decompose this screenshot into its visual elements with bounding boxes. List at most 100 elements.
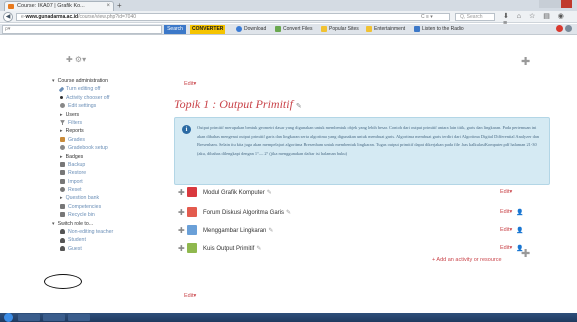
non-editing-teacher-link[interactable]: Non-editing teacher (52, 228, 160, 236)
activity-name[interactable]: Forum Diskusi Algoritma Garis ✎ (203, 209, 291, 216)
users-node[interactable]: ▸ Users (52, 111, 160, 119)
taskbar-app[interactable] (18, 314, 40, 321)
url-host: www.gunadarma.ac.id (25, 14, 79, 20)
section-edit-menu[interactable]: Edit▾ (184, 293, 196, 299)
url-path: /course/view.php?id=7040 (78, 14, 137, 20)
pencil-icon[interactable]: ✎ (286, 210, 291, 216)
maximize-button[interactable] (550, 0, 561, 8)
activity-row[interactable]: ✚ Menggambar Lingkaran ✎ Edit▾ 👤 (178, 224, 558, 240)
close-tab-icon[interactable]: × (106, 2, 110, 11)
move-icon[interactable]: ✚ (178, 208, 185, 217)
activity-name[interactable]: Modul Grafik Komputer ✎ (203, 189, 272, 196)
activity-name-text: Modul Grafik Komputer (203, 190, 265, 196)
move-icon[interactable]: ✚ (178, 244, 185, 253)
activity-name[interactable]: Kuis Output Primitif ✎ (203, 245, 261, 252)
restore-link[interactable]: Restore (52, 169, 160, 177)
toolbar-search-button[interactable]: Search (164, 25, 186, 34)
entertainment-button[interactable]: Entertainment (366, 25, 405, 34)
guest-label: Guest (68, 245, 82, 252)
expand-arrow-icon: ▾ (52, 220, 55, 227)
expand-arrow-icon: ▸ (60, 195, 63, 202)
section-add-icon[interactable]: ✚ (521, 55, 530, 68)
activity-name[interactable]: Menggambar Lingkaran ✎ (203, 227, 273, 234)
moodle-page: ✚ ⚙▾ ✚ ▾ Course administration Turn editi… (0, 35, 577, 313)
switch-role-node[interactable]: ▾ Switch role to... (52, 220, 160, 228)
popular-sites-button[interactable]: Popular Sites (321, 25, 359, 34)
course-administration-header[interactable]: ▾ Course administration (52, 77, 160, 85)
pencil-icon[interactable]: ✎ (268, 228, 273, 234)
activity-row[interactable]: ✚ Forum Diskusi Algoritma Garis ✎ Edit▾ 👤 (178, 206, 558, 222)
badges-node[interactable]: ▸ Badges (52, 153, 160, 161)
bullet-icon (60, 95, 63, 99)
activity-edit-menu[interactable]: Edit▾ (500, 189, 512, 195)
minimize-button[interactable] (539, 0, 550, 8)
activity-edit-menu[interactable]: Edit▾ (500, 245, 512, 251)
restore-icon (60, 170, 65, 176)
filters-link[interactable]: Filters (52, 119, 160, 127)
download-button[interactable]: Download (236, 25, 266, 34)
user-icon (60, 245, 65, 251)
taskbar-app[interactable] (68, 314, 90, 321)
toolbar-search-input[interactable]: ρ▾ (2, 25, 162, 34)
activity-name-text: Kuis Output Primitif (203, 246, 255, 252)
url-controls[interactable]: C ≡ ▾ (421, 14, 433, 20)
edit-settings-link[interactable]: Edit settings (52, 102, 160, 110)
back-icon[interactable]: ◀ (3, 12, 13, 22)
student-role-link[interactable]: Student (52, 236, 160, 244)
converter-logo[interactable]: CONVERTER (190, 25, 226, 34)
start-button[interactable] (4, 313, 13, 322)
competencies-link[interactable]: Competencies (52, 203, 160, 211)
window-controls (539, 0, 575, 8)
question-bank-node[interactable]: ▸ Question bank (52, 194, 160, 202)
taskbar-app[interactable] (43, 314, 65, 321)
expand-arrow-icon: ▾ (52, 78, 55, 84)
activity-name-text: Menggambar Lingkaran (203, 228, 267, 234)
user-icon[interactable]: 👤 (516, 227, 523, 234)
browser-search-input[interactable]: Q, Search (455, 13, 495, 21)
trash-icon (60, 212, 65, 218)
pencil-icon[interactable]: ✎ (256, 246, 261, 252)
competencies-icon (60, 203, 65, 209)
pencil-icon[interactable]: ✎ (267, 190, 272, 196)
close-window-button[interactable] (561, 0, 572, 8)
reset-link[interactable]: Reset (52, 186, 160, 194)
grades-link[interactable]: Grades (52, 136, 160, 144)
gradebook-setup-link[interactable]: Gradebook setup (52, 144, 160, 152)
turn-editing-off-link[interactable]: Turn editing off (52, 85, 160, 93)
move-icon[interactable]: ✚ (178, 226, 185, 235)
section-add-icon[interactable]: ✚ (521, 247, 530, 260)
user-icon[interactable]: 👤 (516, 209, 523, 216)
activity-row[interactable]: ✚ Kuis Output Primitif ✎ Edit▾ 👤 (178, 242, 558, 258)
new-tab-button[interactable]: + (117, 1, 122, 10)
gear-icon (60, 145, 65, 151)
listen-radio-label: Listen to the Radio (422, 26, 464, 32)
recycle-bin-label: Recycle bin (68, 212, 95, 219)
pdf-file-icon (187, 187, 197, 197)
import-link[interactable]: Import (52, 178, 160, 186)
activity-row[interactable]: ✚ Modul Grafik Komputer ✎ Edit▾ (178, 186, 558, 202)
guest-role-link[interactable]: Guest (52, 245, 160, 253)
filters-label: Filters (68, 119, 83, 126)
add-activity-link[interactable]: + Add an activity or resource (432, 257, 502, 263)
block-actions-gear-icon[interactable]: ✚ ⚙▾ (66, 55, 86, 64)
url-field[interactable]: e-www.gunadarma.ac.id/course/view.php?id… (16, 13, 450, 21)
activity-chooser-off-link[interactable]: Activity chooser off (52, 94, 160, 102)
reset-label: Reset (68, 187, 82, 194)
reports-node[interactable]: ▸ Reports (52, 127, 160, 135)
topic-title-text: Topik 1 : Output Primitif (174, 97, 293, 111)
toolbar-right-icons (554, 25, 574, 34)
convert-files-button[interactable]: Convert Files (275, 25, 312, 34)
backup-link[interactable]: Backup (52, 161, 160, 169)
activity-edit-menu[interactable]: Edit▾ (500, 227, 512, 233)
listen-radio-button[interactable]: Listen to the Radio (414, 25, 464, 34)
recycle-bin-link[interactable]: Recycle bin (52, 211, 160, 219)
browser-tab[interactable]: Course: IKA07 | Grafik Ko... × (4, 1, 114, 11)
activity-edit-menu[interactable]: Edit▾ (500, 209, 512, 215)
section-edit-menu[interactable]: Edit▾ (184, 81, 196, 87)
pencil-icon[interactable]: ✎ (296, 102, 302, 110)
move-icon[interactable]: ✚ (178, 188, 185, 197)
menu-icon[interactable] (565, 25, 572, 32)
download-icon (236, 25, 242, 32)
topic-title: Topik 1 : Output Primitif ✎ (174, 97, 302, 112)
extension-icon[interactable] (556, 25, 563, 32)
